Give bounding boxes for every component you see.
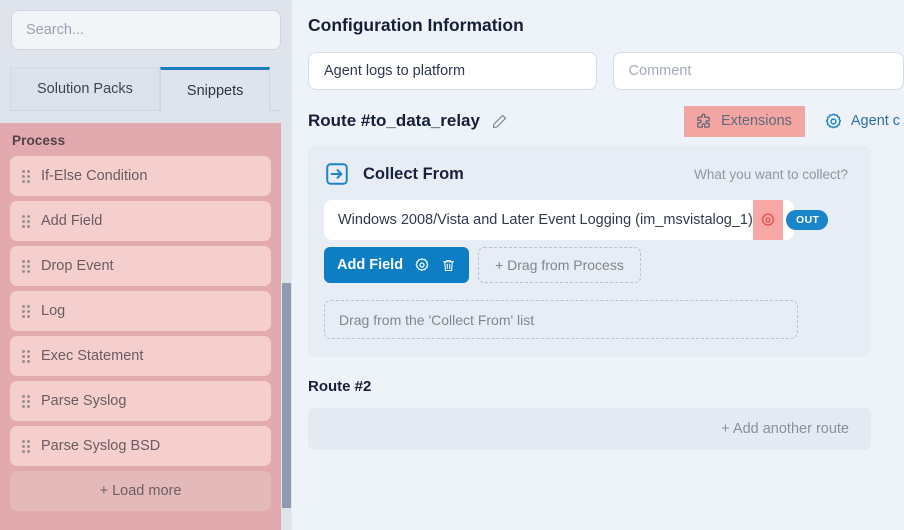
out-badge[interactable]: OUT bbox=[786, 210, 828, 230]
add-field-gear-icon[interactable] bbox=[414, 257, 430, 273]
puzzle-piece-icon bbox=[695, 113, 712, 130]
scrollbar-gutter-top bbox=[281, 0, 292, 142]
drag-from-collect-list-dropzone[interactable]: Drag from the 'Collect From' list bbox=[324, 300, 798, 339]
add-field-button[interactable]: Add Field bbox=[324, 247, 469, 283]
config-comment-input[interactable] bbox=[613, 52, 904, 90]
config-name-input[interactable] bbox=[308, 52, 597, 90]
list-item-label: Parse Syslog BSD bbox=[41, 438, 160, 454]
drag-from-process-label: + Drag from Process bbox=[495, 257, 624, 273]
drag-handle-icon[interactable] bbox=[22, 215, 32, 228]
route-header-actions: Extensions Agent c bbox=[684, 106, 900, 137]
drag-handle-icon[interactable] bbox=[22, 170, 32, 183]
route-title: Route #to_data_relay bbox=[308, 111, 480, 131]
main-content: Configuration Information Route #to_data… bbox=[292, 0, 904, 530]
tab-solution-packs[interactable]: Solution Packs bbox=[10, 67, 160, 111]
route-card: Collect From What you want to collect? W… bbox=[308, 146, 871, 357]
sidebar: Solution Packs Snippets Process If-Else … bbox=[0, 0, 292, 530]
collect-from-icon bbox=[324, 161, 350, 187]
list-item[interactable]: Parse Syslog bbox=[10, 381, 271, 421]
process-item-list: If-Else Condition Add Field Drop Event L… bbox=[0, 156, 281, 511]
collect-from-hint: What you want to collect? bbox=[694, 167, 853, 182]
agent-config-label: Agent c bbox=[851, 113, 900, 129]
list-item-label: Parse Syslog bbox=[41, 393, 126, 409]
configuration-fields bbox=[308, 52, 904, 90]
agent-config-button[interactable]: Agent c bbox=[824, 112, 900, 131]
add-field-trash-icon[interactable] bbox=[441, 258, 456, 273]
list-item-label: Add Field bbox=[41, 213, 102, 229]
list-item[interactable]: Parse Syslog BSD bbox=[10, 426, 271, 466]
edit-pencil-icon[interactable] bbox=[490, 111, 510, 131]
tab-snippets-label: Snippets bbox=[187, 83, 243, 99]
add-field-label: Add Field bbox=[337, 257, 403, 273]
tab-snippets[interactable]: Snippets bbox=[160, 67, 270, 111]
app-root: Solution Packs Snippets Process If-Else … bbox=[0, 0, 904, 530]
route2-title: Route #2 bbox=[308, 378, 904, 395]
search-input[interactable] bbox=[11, 10, 281, 50]
list-item-label: Exec Statement bbox=[41, 348, 143, 364]
list-item[interactable]: If-Else Condition bbox=[10, 156, 271, 196]
load-more-label: + Load more bbox=[100, 483, 182, 499]
node-action-row: Add Field bbox=[324, 247, 853, 283]
process-panel-title: Process bbox=[0, 123, 281, 156]
list-item-label: If-Else Condition bbox=[41, 168, 147, 184]
list-item[interactable]: Drop Event bbox=[10, 246, 271, 286]
extensions-label: Extensions bbox=[721, 113, 792, 129]
list-item[interactable]: Add Field bbox=[10, 201, 271, 241]
drag-handle-icon[interactable] bbox=[22, 305, 32, 318]
process-panel: Process If-Else Condition Add Field Drop… bbox=[0, 123, 281, 530]
drag-handle-icon[interactable] bbox=[22, 440, 32, 453]
search-container bbox=[0, 0, 292, 50]
collect-from-title: Collect From bbox=[363, 165, 464, 184]
collect-from-node: Windows 2008/Vista and Later Event Loggi… bbox=[324, 200, 853, 240]
list-item-label: Drop Event bbox=[41, 258, 114, 274]
list-item[interactable]: Log bbox=[10, 291, 271, 331]
drag-from-process-dropzone[interactable]: + Drag from Process bbox=[478, 247, 641, 283]
drag-handle-icon[interactable] bbox=[22, 350, 32, 363]
tab-solution-packs-label: Solution Packs bbox=[37, 81, 133, 97]
drag-from-list-label: Drag from the 'Collect From' list bbox=[339, 312, 534, 328]
load-more-button[interactable]: + Load more bbox=[10, 471, 271, 511]
collect-node-label: Windows 2008/Vista and Later Event Loggi… bbox=[338, 212, 753, 228]
drag-handle-icon[interactable] bbox=[22, 395, 32, 408]
node-settings-gear-icon[interactable] bbox=[753, 200, 783, 240]
collect-from-header: Collect From What you want to collect? bbox=[324, 161, 853, 187]
extensions-button[interactable]: Extensions bbox=[684, 106, 805, 137]
list-item[interactable]: Exec Statement bbox=[10, 336, 271, 376]
list-item-label: Log bbox=[41, 303, 65, 319]
add-another-route-label: + Add another route bbox=[721, 421, 849, 437]
gear-icon bbox=[824, 112, 843, 131]
page-title: Configuration Information bbox=[308, 15, 904, 36]
add-another-route-button[interactable]: + Add another route bbox=[308, 408, 871, 450]
route-header: Route #to_data_relay Extensions bbox=[308, 108, 904, 134]
drag-handle-icon[interactable] bbox=[22, 260, 32, 273]
sidebar-scrollbar-thumb[interactable] bbox=[282, 283, 291, 508]
collect-node-bar[interactable]: Windows 2008/Vista and Later Event Loggi… bbox=[324, 200, 794, 240]
sidebar-tabs: Solution Packs Snippets bbox=[0, 67, 292, 111]
